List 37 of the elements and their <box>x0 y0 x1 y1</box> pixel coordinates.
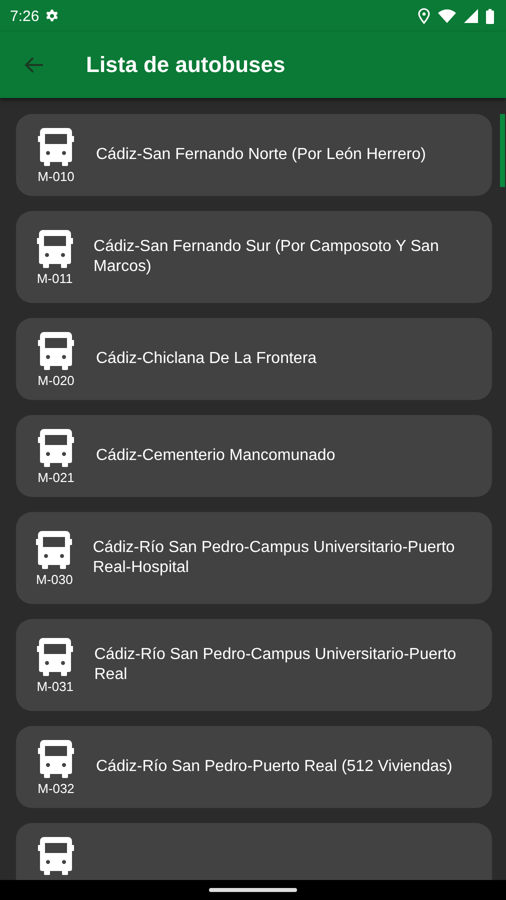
route-name: Cádiz-Río San Pedro-Puerto Real (512 Viviendas) <box>96 757 452 777</box>
status-time: 7:26 <box>10 8 40 24</box>
signal-icon <box>464 9 478 23</box>
route-card[interactable]: M-021 Cádiz-Cementerio Mancomunado <box>16 415 492 497</box>
route-name: Cádiz-San Fernando Sur (Por Camposoto Y San Marcos) <box>94 237 440 277</box>
settings-icon <box>45 9 60 23</box>
route-name: Cádiz-Cementerio Mancomunado <box>96 446 336 466</box>
bus-icon <box>38 126 74 166</box>
route-code: M-011 <box>36 271 73 286</box>
route-name: Cádiz-Río San Pedro-Campus Universitario-Puerto Real <box>94 645 458 685</box>
bus-icon <box>38 835 74 875</box>
bus-icon <box>38 427 74 467</box>
wifi-icon <box>438 9 456 23</box>
bus-icon <box>38 330 74 370</box>
screen-title: Lista de autobuses <box>86 52 286 78</box>
bus-icon <box>38 738 74 778</box>
bus-icon <box>36 228 73 268</box>
route-card[interactable]: M-011 Cádiz-San Fernando Sur (Por Camposoto Y San Marcos) <box>16 211 492 303</box>
route-card[interactable]: M-032 Cádiz-Río San Pedro-Puerto Real (512 Viviendas) <box>16 726 492 808</box>
route-card[interactable]: M-031 Cádiz-Río San Pedro-Campus Universitario-Puerto Real <box>16 619 492 711</box>
route-code: M-010 <box>38 169 74 184</box>
bus-icon <box>36 529 72 569</box>
route-code: M-030 <box>36 572 73 587</box>
route-card[interactable]: M-010 Cádiz-San Fernando Norte (Por León Herrero) <box>16 114 492 196</box>
route-code: M-020 <box>38 373 74 388</box>
bus-icon <box>37 636 74 676</box>
route-name: Cádiz-Río San Pedro-Campus Universitario-Puerto Real-Hospital <box>92 538 456 578</box>
location-icon <box>418 8 430 24</box>
route-code: M-021 <box>38 470 74 485</box>
route-card[interactable]: M-030 Cádiz-Río San Pedro-Campus Universitario-Puerto Real-Hospital <box>16 512 492 604</box>
route-name: Cádiz-Chiclana De La Frontera <box>96 349 317 369</box>
route-code: M-031 <box>36 679 74 694</box>
route-name: Cádiz-San Fernando Norte (Por León Herrero) <box>96 145 426 165</box>
battery-icon <box>486 8 494 24</box>
home-handle[interactable] <box>209 888 297 892</box>
route-code: M-032 <box>38 781 74 796</box>
route-card[interactable]: M-020 Cádiz-Chiclana De La Frontera <box>16 318 492 400</box>
